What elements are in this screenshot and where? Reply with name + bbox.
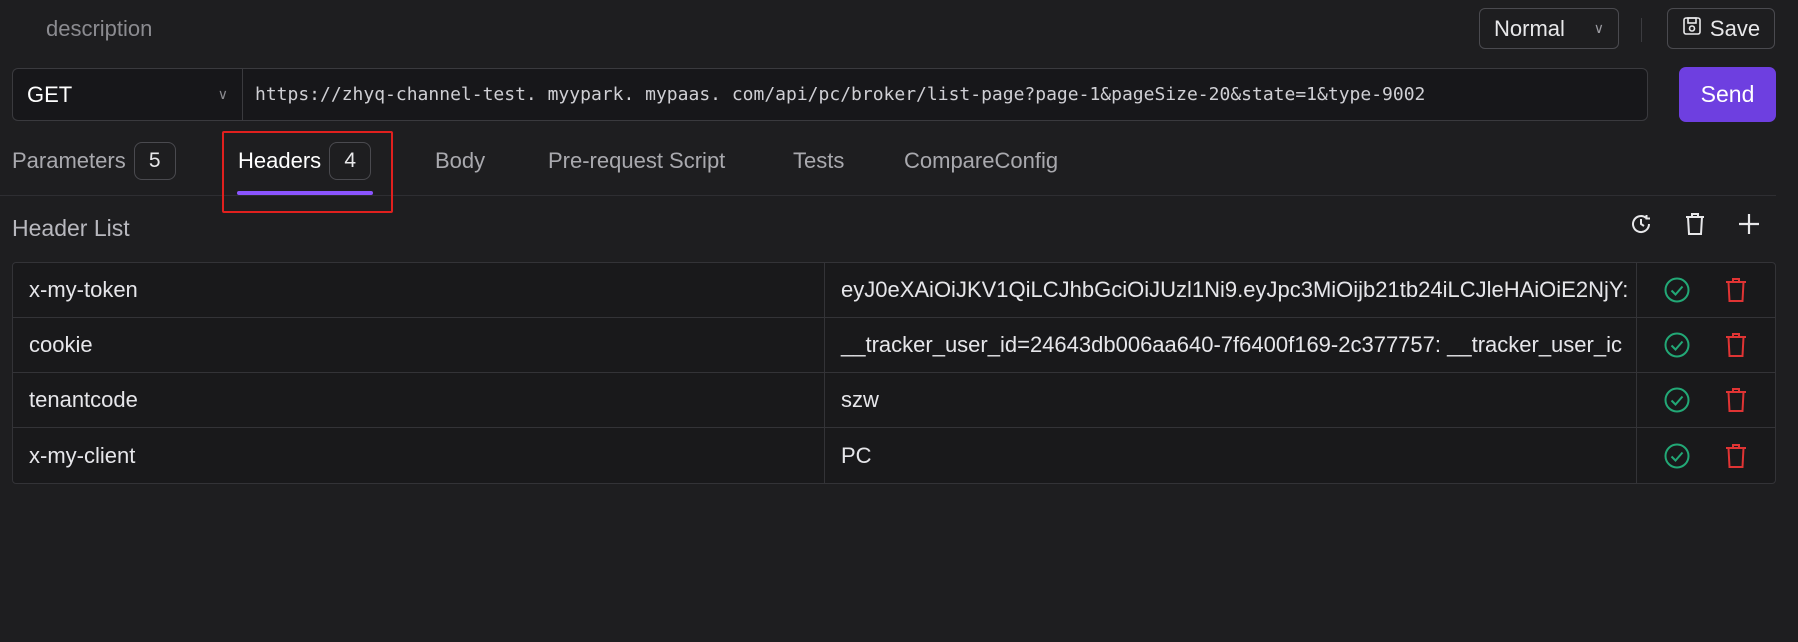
table-row: cookie __tracker_user_id=24643db006aa640… (13, 318, 1775, 373)
tab-body[interactable]: Body (435, 126, 485, 196)
tab-pre-request-script[interactable]: Pre-request Script (548, 126, 725, 196)
delete-icon[interactable] (1719, 439, 1753, 473)
chevron-down-icon: ∨ (217, 86, 228, 102)
toolbar-divider (1641, 18, 1642, 42)
annotation-highlight-box (222, 131, 393, 213)
tab-label: Tests (793, 148, 845, 173)
section-title: Header List (12, 215, 130, 241)
add-header-button[interactable] (1729, 206, 1769, 246)
header-key-cell[interactable]: x-my-client (13, 428, 825, 483)
header-value-cell[interactable]: __tracker_user_id=24643db006aa640-7f6400… (825, 318, 1637, 372)
save-icon (1682, 16, 1702, 42)
table-row: x-my-client PC (13, 428, 1775, 483)
check-circle-icon[interactable] (1660, 328, 1694, 362)
header-key-cell[interactable]: x-my-token (13, 263, 825, 317)
tab-label: Body (435, 148, 486, 173)
table-row: x-my-token eyJ0eXAiOiJKV1QiLCJhbGciOiJUz… (13, 263, 1775, 318)
header-value-cell[interactable]: PC (825, 428, 1637, 483)
check-circle-icon[interactable] (1660, 439, 1694, 473)
tab-label: CompareConfig (904, 148, 1059, 173)
plus-icon (1737, 212, 1761, 241)
mode-select[interactable]: Normal ∨ (1479, 8, 1619, 49)
delete-icon[interactable] (1719, 328, 1753, 362)
row-actions (1637, 428, 1775, 483)
header-table: x-my-token eyJ0eXAiOiJKV1QiLCJhbGciOiJUz… (12, 262, 1776, 484)
row-actions (1637, 263, 1775, 317)
method-select[interactable]: GET ∨ (12, 68, 242, 121)
clear-all-button[interactable] (1675, 206, 1715, 246)
delete-icon[interactable] (1719, 273, 1753, 307)
delete-icon[interactable] (1719, 383, 1753, 417)
chevron-down-icon: ∨ (1593, 20, 1604, 36)
count-badge: 5 (133, 142, 176, 180)
header-value-cell[interactable]: eyJ0eXAiOiJKV1QiLCJhbGciOiJUzl1Ni9.eyJpc… (825, 263, 1637, 317)
tab-label: Pre-request Script (548, 148, 726, 173)
mode-select-value: Normal (1494, 15, 1565, 41)
method-value: GET (27, 81, 73, 107)
header-key-cell[interactable]: cookie (13, 318, 825, 372)
trash-icon (1683, 211, 1707, 242)
header-key-cell[interactable]: tenantcode (13, 373, 825, 427)
header-value-cell[interactable]: szw (825, 373, 1637, 427)
save-label: Save (1709, 15, 1761, 41)
check-circle-icon[interactable] (1660, 273, 1694, 307)
tab-compareconfig[interactable]: CompareConfig (904, 126, 1058, 196)
tab-parameters[interactable]: Parameters 5 (12, 126, 176, 196)
row-actions (1637, 373, 1775, 427)
url-input[interactable]: https://zhyq-channel-test. myypark. mypa… (242, 68, 1648, 121)
tab-tests[interactable]: Tests (793, 126, 844, 196)
description-input[interactable]: description (46, 16, 152, 42)
history-button[interactable] (1621, 206, 1661, 246)
history-icon (1628, 211, 1654, 242)
check-circle-icon[interactable] (1660, 383, 1694, 417)
row-actions (1637, 318, 1775, 372)
send-button[interactable]: Send (1679, 67, 1776, 122)
table-row: tenantcode szw (13, 373, 1775, 428)
tab-label: Parameters (12, 148, 126, 173)
save-button[interactable]: Save (1667, 8, 1775, 49)
